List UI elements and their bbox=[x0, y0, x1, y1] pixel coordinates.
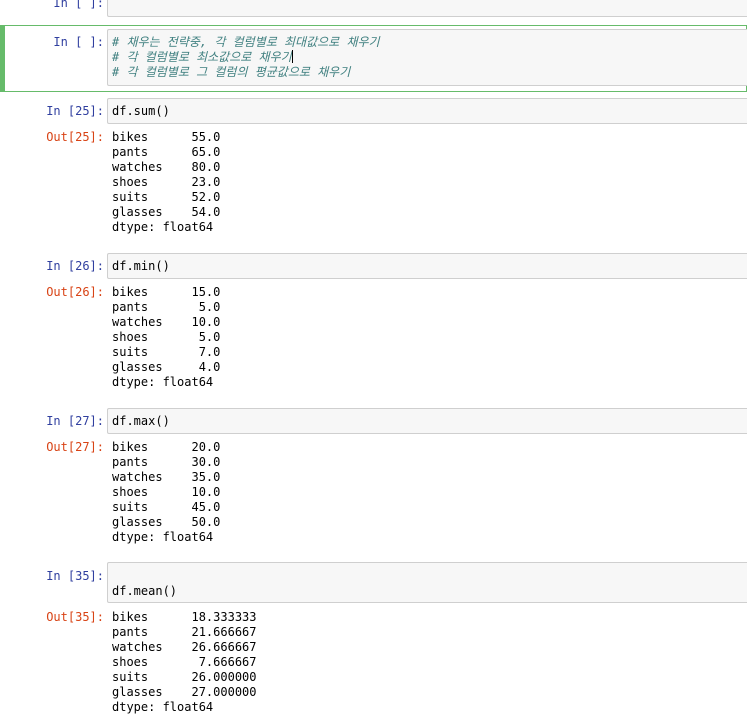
code-comment-line: # 각 컬럼별로 최소값으로 채우기 bbox=[112, 50, 293, 64]
cell-output: bikes 15.0 pants 5.0 watches 10.0 shoes … bbox=[112, 285, 221, 389]
output-prompt: Out[35]: bbox=[46, 610, 104, 624]
code-line: df.max() bbox=[112, 414, 170, 428]
code-input-area[interactable] bbox=[107, 253, 747, 279]
code-input-area[interactable] bbox=[107, 562, 747, 603]
input-prompt: In [26]: bbox=[46, 259, 104, 273]
code-input-area[interactable] bbox=[107, 98, 747, 124]
code-comment-line: # 각 컬럼별로 그 컬럼의 평균값으로 채우기 bbox=[112, 65, 351, 79]
cell-output: bikes 55.0 pants 65.0 watches 80.0 shoes… bbox=[112, 130, 221, 234]
output-prompt: Out[26]: bbox=[46, 285, 104, 299]
cell-output: bikes 18.333333 pants 21.666667 watches … bbox=[112, 610, 257, 714]
input-prompt: In [27]: bbox=[46, 414, 104, 428]
code-input-area[interactable] bbox=[107, 408, 747, 434]
output-prompt: Out[27]: bbox=[46, 440, 104, 454]
input-prompt: In [ ]: bbox=[53, 0, 104, 10]
code-line: df.min() bbox=[112, 259, 170, 273]
input-prompt: In [ ]: bbox=[53, 35, 104, 49]
output-prompt: Out[25]: bbox=[46, 130, 104, 144]
input-prompt: In [35]: bbox=[46, 569, 104, 583]
cell-output: bikes 20.0 pants 30.0 watches 35.0 shoes… bbox=[112, 440, 221, 544]
input-prompt: In [25]: bbox=[46, 104, 104, 118]
text-cursor bbox=[291, 50, 293, 63]
code-line: df.sum() bbox=[112, 104, 170, 118]
code-input-area[interactable] bbox=[107, 0, 747, 17]
code-line: df.mean() bbox=[112, 584, 178, 598]
code-comment-line: # 채우는 전략중, 각 컬럼별로 최대값으로 채우기 bbox=[112, 35, 380, 49]
